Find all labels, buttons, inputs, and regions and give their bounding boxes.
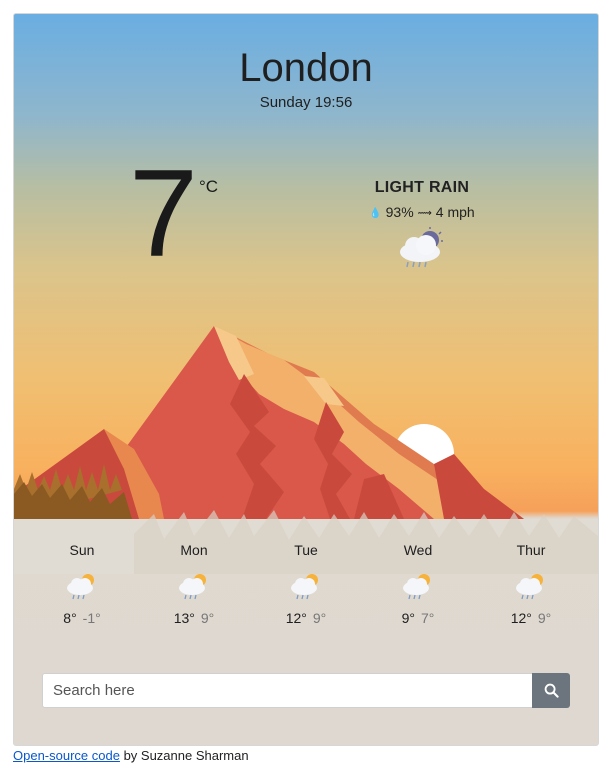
city-name: London	[239, 46, 373, 90]
light-rain-icon	[403, 574, 430, 600]
forecast-max: 8°	[63, 610, 77, 626]
search-input[interactable]	[42, 673, 532, 708]
forecast-day: Sun 8° -1°	[27, 534, 137, 626]
forecast-day: Thur 12° 9°	[476, 534, 586, 626]
footer-credit: by Suzanne Sharman	[119, 748, 249, 763]
weather-card: London Sunday 19:56 7 °C LIGHT RAIN 💧 93…	[13, 13, 599, 746]
forecast-day: Wed 9° 7°	[363, 534, 473, 626]
weather-details: 💧 93% ⟿ 4 mph	[354, 204, 490, 220]
search-button[interactable]	[532, 673, 570, 708]
wind-icon: ⟿	[417, 208, 432, 219]
forecast-day-name: Wed	[403, 542, 433, 558]
current-temperature: 7	[129, 145, 198, 283]
forecast-row: Sun 8° -1° Mon 13° 9° Tue 12° 9° Wed 9° …	[14, 534, 598, 644]
footer: Open-source code by Suzanne Sharman	[13, 748, 249, 763]
forecast-min: 9°	[537, 610, 552, 626]
temperature-unit: °C	[199, 177, 219, 196]
forecast-max: 12°	[285, 610, 307, 626]
forecast-day: Tue 12° 9°	[251, 534, 361, 626]
search-form	[42, 673, 570, 708]
forecast-max: 9°	[401, 610, 415, 626]
light-rain-icon	[516, 574, 543, 600]
date-time: Sunday 19:56	[259, 94, 353, 111]
forecast-day: Mon 13° 9°	[139, 534, 249, 626]
forecast-max: 12°	[510, 610, 532, 626]
light-rain-icon	[179, 574, 206, 600]
source-code-link[interactable]: Open-source code	[13, 748, 120, 763]
weather-description: LIGHT RAIN	[374, 179, 470, 196]
light-rain-icon	[67, 574, 94, 600]
search-icon	[544, 683, 559, 698]
forecast-day-name: Sun	[69, 542, 95, 558]
forecast-day-name: Thur	[516, 542, 546, 558]
humidity-value: 93%	[385, 204, 414, 220]
light-rain-icon	[291, 574, 318, 600]
forecast-min: 9°	[200, 610, 215, 626]
forecast-day-name: Mon	[180, 542, 208, 558]
wind-value: 4 mph	[435, 204, 475, 220]
forecast-min: 9°	[312, 610, 327, 626]
light-rain-icon	[400, 227, 443, 268]
forecast-min: 7°	[421, 610, 435, 626]
forecast-min: -1°	[82, 610, 101, 626]
forecast-max: 13°	[173, 610, 195, 626]
humidity-icon: 💧	[369, 208, 382, 219]
forecast-day-name: Tue	[294, 542, 318, 558]
